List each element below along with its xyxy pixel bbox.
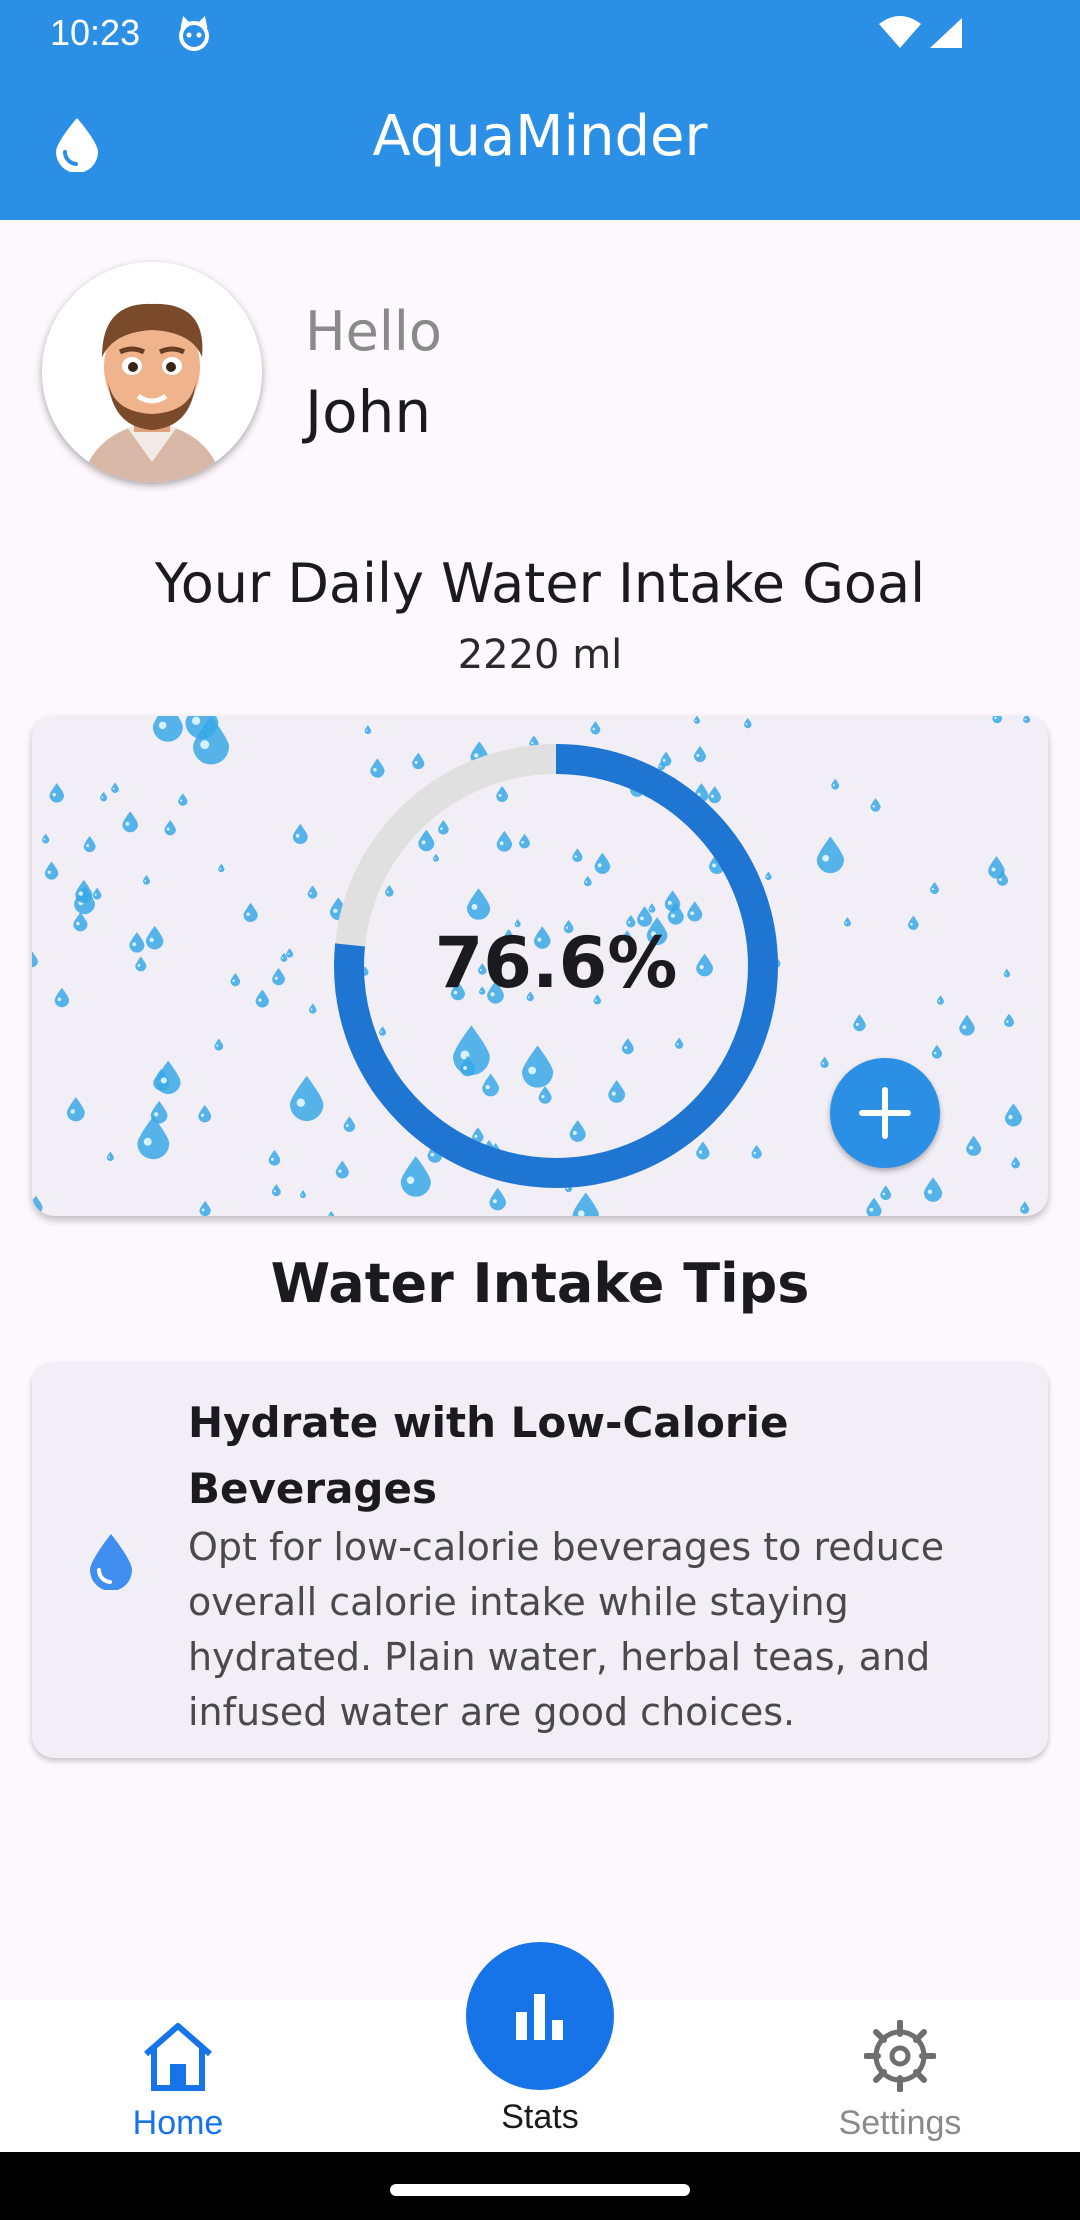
progress-percent: 76.6% (434, 922, 678, 1004)
water-droplet (164, 819, 176, 836)
water-droplet (988, 856, 1005, 879)
nav-stats-button[interactable] (466, 1942, 614, 2090)
bar-chart-icon (516, 1994, 563, 2040)
water-droplet (129, 932, 145, 953)
water-droplet (243, 902, 258, 923)
avatar[interactable] (42, 262, 262, 482)
water-droplet (255, 989, 269, 1008)
water-droplet (41, 833, 50, 844)
water-droplet (178, 793, 188, 806)
water-droplet (820, 1056, 829, 1068)
water-droplet (111, 782, 119, 793)
water-droplet (744, 718, 752, 729)
nav-home[interactable]: Home (110, 2020, 250, 2150)
water-droplet (152, 716, 183, 742)
water-droplet (1003, 968, 1011, 978)
status-time: 10:23 (50, 12, 141, 53)
water-droplet (54, 987, 70, 1008)
cell-signal-icon (930, 18, 962, 48)
water-droplet (1004, 1103, 1023, 1127)
app-title: AquaMinder (372, 104, 708, 169)
water-droplet (880, 1185, 892, 1200)
water-droplet (816, 836, 845, 874)
water-droplet (966, 1135, 982, 1156)
water-droplet (145, 925, 164, 950)
water-droplet (308, 1003, 317, 1014)
water-droplet (32, 1195, 43, 1214)
water-droplet (866, 1197, 882, 1216)
add-intake-button[interactable] (830, 1058, 940, 1168)
water-droplet (870, 798, 881, 812)
water-droplet (292, 823, 308, 845)
water-droplet (272, 967, 285, 986)
tip-heading: Hydrate with Low-Calorie Beverages (188, 1398, 789, 1513)
water-droplet (44, 861, 59, 880)
water-droplet (155, 1060, 181, 1095)
nav-stats-label: Stats (501, 2098, 579, 2136)
app-header: 10:23 AquaMinder (0, 0, 1080, 220)
water-droplet (307, 885, 318, 899)
water-droplet (100, 791, 108, 802)
water-droplet (831, 778, 840, 790)
water-droplet (271, 1184, 281, 1197)
water-droplet (122, 811, 139, 833)
water-droplet (32, 951, 38, 968)
water-droplet (135, 956, 147, 972)
water-droplet (853, 1014, 866, 1032)
tip-body: Opt for low-calorie beverages to reduce … (188, 1525, 945, 1734)
water-droplet (1023, 716, 1031, 724)
water-droplet (936, 995, 944, 1005)
water-droplet (908, 915, 919, 930)
water-droplet (931, 1044, 943, 1059)
user-name: John (305, 378, 432, 446)
nav-settings-label: Settings (838, 2104, 962, 2142)
water-droplet (1011, 1156, 1021, 1169)
nav-home-label: Home (132, 2104, 224, 2142)
tip-card[interactable]: Hydrate with Low-Calorie Beverages Opt f… (32, 1362, 1048, 1758)
system-gesture-bar (0, 2152, 1080, 2220)
water-drop-icon (90, 1534, 132, 1590)
water-droplet (299, 1189, 307, 1199)
goal-value: 2220 ml (457, 632, 623, 678)
water-droplet (328, 1210, 335, 1216)
notification-cat-icon (179, 16, 209, 51)
water-droplet (75, 879, 93, 904)
water-droplet (73, 912, 88, 932)
water-droplet (1020, 1201, 1030, 1214)
water-droplet (137, 1116, 170, 1160)
avatar-illustration (42, 262, 262, 482)
goal-title: Your Daily Water Intake Goal (154, 552, 926, 615)
water-droplet (199, 1200, 211, 1216)
water-droplet (106, 1151, 114, 1162)
water-droplet (92, 887, 102, 900)
water-droplet (230, 973, 241, 987)
water-droplet (66, 1097, 85, 1122)
water-droplet (693, 716, 701, 724)
nav-settings[interactable]: Settings (820, 2020, 980, 2150)
water-droplet (214, 1038, 224, 1051)
water-droplet (930, 881, 940, 895)
water-droplet (1004, 1013, 1015, 1028)
water-droplet (142, 875, 151, 885)
status-bar: 10:23 (0, 0, 1080, 66)
gesture-handle[interactable] (390, 2184, 690, 2196)
tips-section-title: Water Intake Tips (270, 1252, 810, 1315)
water-droplet (843, 917, 851, 927)
water-droplet (218, 863, 225, 873)
greeting-hello: Hello (305, 300, 442, 363)
water-droplet (992, 716, 1003, 724)
home-icon (144, 2023, 212, 2091)
water-droplet (49, 783, 65, 803)
water-droplet (286, 948, 294, 958)
water-droplet (923, 1177, 943, 1202)
water-droplet (268, 1149, 281, 1166)
wifi-icon (879, 16, 921, 48)
water-droplet (959, 1014, 975, 1036)
plus-icon (859, 1087, 911, 1139)
progress-card: 76.6% (32, 716, 1048, 1216)
water-droplet (198, 1104, 212, 1123)
water-droplet (83, 836, 96, 853)
gear-icon (864, 2020, 936, 2092)
